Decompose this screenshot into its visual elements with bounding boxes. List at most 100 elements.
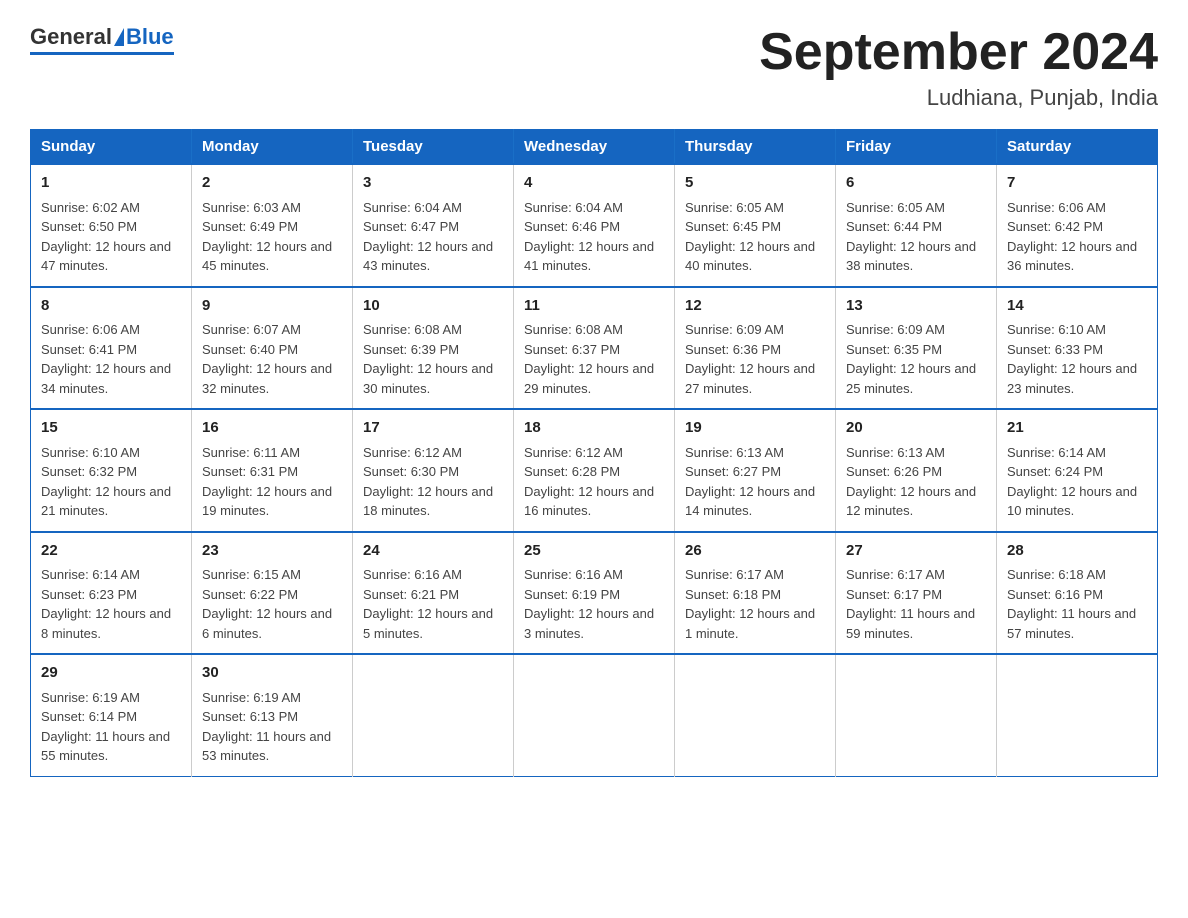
day-number: 15 xyxy=(41,417,181,440)
table-cell: 8 Sunrise: 6:06 AMSunset: 6:41 PMDaylight… xyxy=(31,287,192,410)
day-sunrise: Sunrise: 6:06 AMSunset: 6:41 PMDaylight:… xyxy=(41,322,171,396)
day-number: 6 xyxy=(846,172,986,195)
day-number: 7 xyxy=(1007,172,1147,195)
table-cell: 19Sunrise: 6:13 AMSunset: 6:27 PMDayligh… xyxy=(675,409,836,532)
table-cell: 27Sunrise: 6:17 AMSunset: 6:17 PMDayligh… xyxy=(836,532,997,655)
table-cell: 11 Sunrise: 6:08 AMSunset: 6:37 PMDayligh… xyxy=(514,287,675,410)
day-sunrise: Sunrise: 6:14 AMSunset: 6:23 PMDaylight:… xyxy=(41,567,171,641)
day-number: 2 xyxy=(202,172,342,195)
calendar-subtitle: Ludhiana, Punjab, India xyxy=(759,85,1158,111)
day-sunrise: Sunrise: 6:14 AMSunset: 6:24 PMDaylight:… xyxy=(1007,445,1137,519)
day-sunrise: Sunrise: 6:06 AMSunset: 6:42 PMDaylight:… xyxy=(1007,200,1137,274)
day-sunrise: Sunrise: 6:16 AMSunset: 6:19 PMDaylight:… xyxy=(524,567,654,641)
table-cell: 26 Sunrise: 6:17 AMSunset: 6:18 PMDayligh… xyxy=(675,532,836,655)
calendar-week-row: 8 Sunrise: 6:06 AMSunset: 6:41 PMDaylight… xyxy=(31,287,1158,410)
day-sunrise: Sunrise: 6:12 AMSunset: 6:28 PMDaylight:… xyxy=(524,445,654,519)
day-sunrise: Sunrise: 6:02 AMSunset: 6:50 PMDaylight:… xyxy=(41,200,171,274)
day-number: 29 xyxy=(41,662,181,685)
table-cell: 6Sunrise: 6:05 AMSunset: 6:44 PMDaylight… xyxy=(836,164,997,287)
day-number: 9 xyxy=(202,295,342,318)
table-cell: 10 Sunrise: 6:08 AMSunset: 6:39 PMDayligh… xyxy=(353,287,514,410)
day-sunrise: Sunrise: 6:04 AMSunset: 6:47 PMDaylight:… xyxy=(363,200,493,274)
table-cell: 9 Sunrise: 6:07 AMSunset: 6:40 PMDaylight… xyxy=(192,287,353,410)
col-saturday: Saturday xyxy=(997,130,1158,165)
logo-blue: Blue xyxy=(126,24,174,50)
table-cell: 30 Sunrise: 6:19 AMSunset: 6:13 PMDayligh… xyxy=(192,654,353,776)
day-sunrise: Sunrise: 6:11 AMSunset: 6:31 PMDaylight:… xyxy=(202,445,332,519)
calendar-week-row: 22 Sunrise: 6:14 AMSunset: 6:23 PMDayligh… xyxy=(31,532,1158,655)
day-number: 24 xyxy=(363,540,503,563)
day-number: 21 xyxy=(1007,417,1147,440)
day-number: 5 xyxy=(685,172,825,195)
table-cell: 15 Sunrise: 6:10 AMSunset: 6:32 PMDayligh… xyxy=(31,409,192,532)
calendar-week-row: 1 Sunrise: 6:02 AMSunset: 6:50 PMDaylight… xyxy=(31,164,1158,287)
day-number: 14 xyxy=(1007,295,1147,318)
day-number: 22 xyxy=(41,540,181,563)
day-sunrise: Sunrise: 6:19 AMSunset: 6:13 PMDaylight:… xyxy=(202,690,331,764)
day-number: 30 xyxy=(202,662,342,685)
table-cell xyxy=(836,654,997,776)
day-sunrise: Sunrise: 6:19 AMSunset: 6:14 PMDaylight:… xyxy=(41,690,170,764)
day-number: 26 xyxy=(685,540,825,563)
day-sunrise: Sunrise: 6:04 AMSunset: 6:46 PMDaylight:… xyxy=(524,200,654,274)
day-sunrise: Sunrise: 6:10 AMSunset: 6:32 PMDaylight:… xyxy=(41,445,171,519)
day-number: 11 xyxy=(524,295,664,318)
day-number: 8 xyxy=(41,295,181,318)
col-tuesday: Tuesday xyxy=(353,130,514,165)
day-number: 19 xyxy=(685,417,825,440)
day-number: 20 xyxy=(846,417,986,440)
table-cell xyxy=(514,654,675,776)
day-number: 23 xyxy=(202,540,342,563)
logo-general: General xyxy=(30,24,112,50)
calendar-header-row: Sunday Monday Tuesday Wednesday Thursday… xyxy=(31,130,1158,165)
day-number: 10 xyxy=(363,295,503,318)
table-cell: 12Sunrise: 6:09 AMSunset: 6:36 PMDayligh… xyxy=(675,287,836,410)
table-cell xyxy=(353,654,514,776)
col-sunday: Sunday xyxy=(31,130,192,165)
day-number: 4 xyxy=(524,172,664,195)
table-cell: 1 Sunrise: 6:02 AMSunset: 6:50 PMDaylight… xyxy=(31,164,192,287)
col-monday: Monday xyxy=(192,130,353,165)
day-number: 25 xyxy=(524,540,664,563)
table-cell xyxy=(675,654,836,776)
day-sunrise: Sunrise: 6:08 AMSunset: 6:39 PMDaylight:… xyxy=(363,322,493,396)
table-cell: 13Sunrise: 6:09 AMSunset: 6:35 PMDayligh… xyxy=(836,287,997,410)
table-cell: 21 Sunrise: 6:14 AMSunset: 6:24 PMDayligh… xyxy=(997,409,1158,532)
day-sunrise: Sunrise: 6:16 AMSunset: 6:21 PMDaylight:… xyxy=(363,567,493,641)
table-cell: 5 Sunrise: 6:05 AMSunset: 6:45 PMDaylight… xyxy=(675,164,836,287)
table-cell: 25 Sunrise: 6:16 AMSunset: 6:19 PMDayligh… xyxy=(514,532,675,655)
day-number: 17 xyxy=(363,417,503,440)
col-thursday: Thursday xyxy=(675,130,836,165)
table-cell: 4 Sunrise: 6:04 AMSunset: 6:46 PMDaylight… xyxy=(514,164,675,287)
day-sunrise: Sunrise: 6:09 AMSunset: 6:36 PMDaylight:… xyxy=(685,322,815,396)
day-sunrise: Sunrise: 6:13 AMSunset: 6:26 PMDaylight:… xyxy=(846,445,976,519)
day-sunrise: Sunrise: 6:17 AMSunset: 6:18 PMDaylight:… xyxy=(685,567,815,641)
logo-triangle-icon xyxy=(114,28,124,46)
day-number: 18 xyxy=(524,417,664,440)
table-cell: 24 Sunrise: 6:16 AMSunset: 6:21 PMDayligh… xyxy=(353,532,514,655)
table-cell: 22 Sunrise: 6:14 AMSunset: 6:23 PMDayligh… xyxy=(31,532,192,655)
col-wednesday: Wednesday xyxy=(514,130,675,165)
table-cell: 3 Sunrise: 6:04 AMSunset: 6:47 PMDaylight… xyxy=(353,164,514,287)
day-sunrise: Sunrise: 6:08 AMSunset: 6:37 PMDaylight:… xyxy=(524,322,654,396)
calendar-title: September 2024 xyxy=(759,24,1158,81)
logo: General Blue xyxy=(30,24,174,55)
logo-underline xyxy=(30,52,174,55)
day-number: 16 xyxy=(202,417,342,440)
table-cell: 28Sunrise: 6:18 AMSunset: 6:16 PMDayligh… xyxy=(997,532,1158,655)
table-cell: 14Sunrise: 6:10 AMSunset: 6:33 PMDayligh… xyxy=(997,287,1158,410)
day-sunrise: Sunrise: 6:12 AMSunset: 6:30 PMDaylight:… xyxy=(363,445,493,519)
day-number: 27 xyxy=(846,540,986,563)
day-sunrise: Sunrise: 6:07 AMSunset: 6:40 PMDaylight:… xyxy=(202,322,332,396)
table-cell: 2Sunrise: 6:03 AMSunset: 6:49 PMDaylight… xyxy=(192,164,353,287)
day-number: 3 xyxy=(363,172,503,195)
day-number: 1 xyxy=(41,172,181,195)
table-cell: 17 Sunrise: 6:12 AMSunset: 6:30 PMDayligh… xyxy=(353,409,514,532)
table-cell xyxy=(997,654,1158,776)
day-sunrise: Sunrise: 6:05 AMSunset: 6:45 PMDaylight:… xyxy=(685,200,815,274)
day-sunrise: Sunrise: 6:09 AMSunset: 6:35 PMDaylight:… xyxy=(846,322,976,396)
day-sunrise: Sunrise: 6:15 AMSunset: 6:22 PMDaylight:… xyxy=(202,567,332,641)
calendar-week-row: 15 Sunrise: 6:10 AMSunset: 6:32 PMDayligh… xyxy=(31,409,1158,532)
table-cell: 29 Sunrise: 6:19 AMSunset: 6:14 PMDayligh… xyxy=(31,654,192,776)
table-cell: 7 Sunrise: 6:06 AMSunset: 6:42 PMDaylight… xyxy=(997,164,1158,287)
